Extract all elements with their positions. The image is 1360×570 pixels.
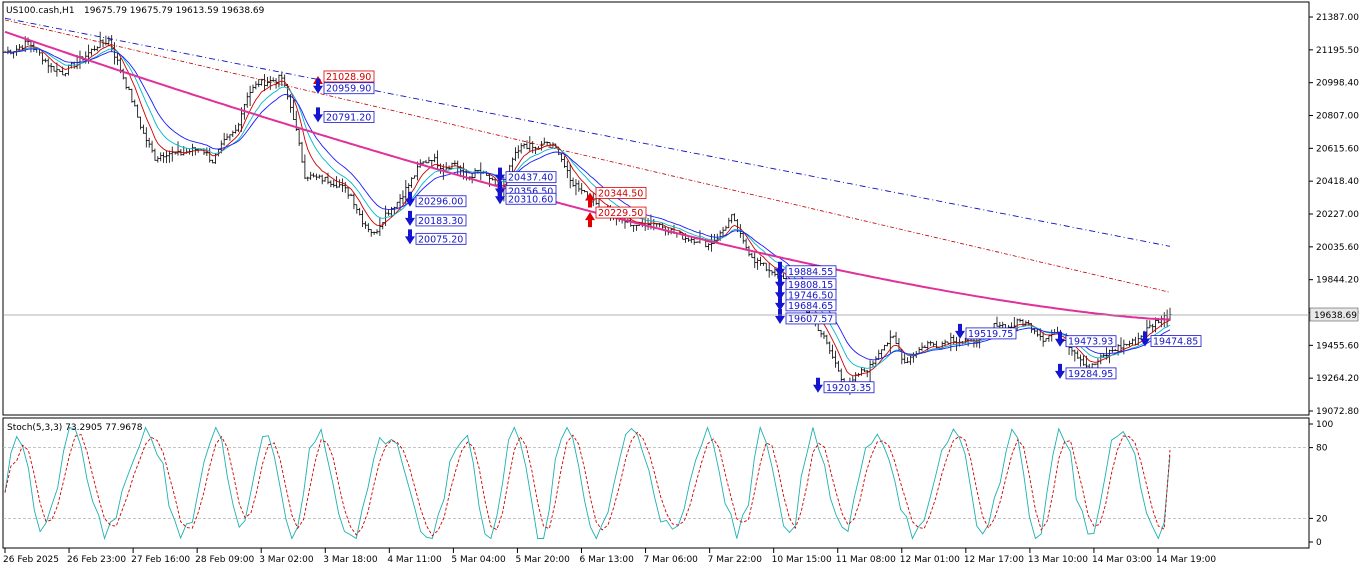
signal-label-text: 20791.20 [326,112,371,123]
stoch-pane[interactable] [2,417,1310,549]
signal-label-text: 21028.90 [326,72,371,83]
stoch-header: Stoch(5,3,3) 73.2905 77.9678 [7,423,143,433]
time-tick-label: 12 Mar 17:00 [964,555,1024,565]
price-tick-label: 19844.20 [1316,276,1359,286]
price-tick-label: 19455.60 [1316,341,1359,351]
time-tick-label: 3 Mar 02:00 [259,555,314,565]
time-tick-label: 14 Mar 19:00 [1156,555,1216,565]
time-tick-label: 27 Feb 16:00 [131,555,190,565]
stoch-tick-label: 80 [1316,444,1328,454]
chart-header-ohlc: 19675.79 19675.79 19613.59 19638.69 [84,6,265,16]
time-tick-label: 26 Feb 23:00 [67,555,126,565]
signal-label-text: 20959.90 [326,84,371,95]
price-tick-label: 20035.60 [1316,243,1359,253]
time-tick-label: 6 Mar 13:00 [580,555,635,565]
price-chart[interactable]: 21028.9020959.90 20791.20 20296.00 20183.30… [0,0,1360,570]
signal-label-text: 20344.50 [598,188,643,199]
time-tick-label: 5 Mar 04:00 [451,555,506,565]
signal-label-text: 20296.00 [418,197,463,208]
time-tick-label: 11 Mar 08:00 [836,555,896,565]
signal-label-text: 19284.95 [1068,369,1113,380]
time-tick-label: 3 Mar 18:00 [323,555,378,565]
signal-label-text: 19519.75 [968,329,1013,340]
price-tick-label: 19264.20 [1316,374,1359,384]
time-tick-label: 28 Feb 09:00 [195,555,254,565]
time-tick-label: 5 Mar 20:00 [515,555,570,565]
signal-label-text: 19203.35 [826,383,871,394]
chart-header-symbol: US100.cash,H1 [6,6,75,16]
signal-label-text: 19474.85 [1153,337,1198,348]
time-tick-label: 7 Mar 06:00 [644,555,699,565]
time-tick-label: 4 Mar 11:00 [387,555,442,565]
signal-label-text: 19607.57 [788,314,833,325]
signal-label-text: 20075.20 [418,234,463,245]
signal-label-text: 19684.65 [788,301,833,312]
current-price-label: 19638.69 [1314,311,1357,321]
price-tick-label: 20227.00 [1316,210,1359,220]
signal-label-text: 20437.40 [508,173,553,184]
signal-label-text: 19884.55 [788,267,833,278]
price-tick-label: 21387.00 [1316,13,1359,23]
price-tick-label: 20807.00 [1316,112,1359,122]
signal-label-text: 20229.50 [598,208,643,219]
price-tick-label: 20615.60 [1316,144,1359,154]
time-tick-label: 13 Mar 10:00 [1028,555,1088,565]
time-tick-label: 26 Feb 2025 [3,555,59,565]
time-tick-label: 10 Mar 15:00 [772,555,832,565]
price-tick-label: 21195.50 [1316,46,1359,56]
stoch-tick-label: 20 [1316,514,1328,524]
price-tick-label: 20418.40 [1316,177,1359,187]
time-tick-label: 14 Mar 03:00 [1092,555,1152,565]
stoch-tick-label: 0 [1316,538,1322,548]
time-tick-label: 7 Mar 22:00 [708,555,763,565]
signal-label-text: 20183.30 [418,216,463,227]
stoch-tick-label: 100 [1316,420,1333,430]
time-tick-label: 12 Mar 01:00 [900,555,960,565]
signal-label-text: 19473.93 [1068,337,1113,348]
price-tick-label: 19072.80 [1316,407,1359,417]
signal-label-text: 20310.60 [508,194,553,205]
price-tick-label: 20998.40 [1316,79,1359,89]
